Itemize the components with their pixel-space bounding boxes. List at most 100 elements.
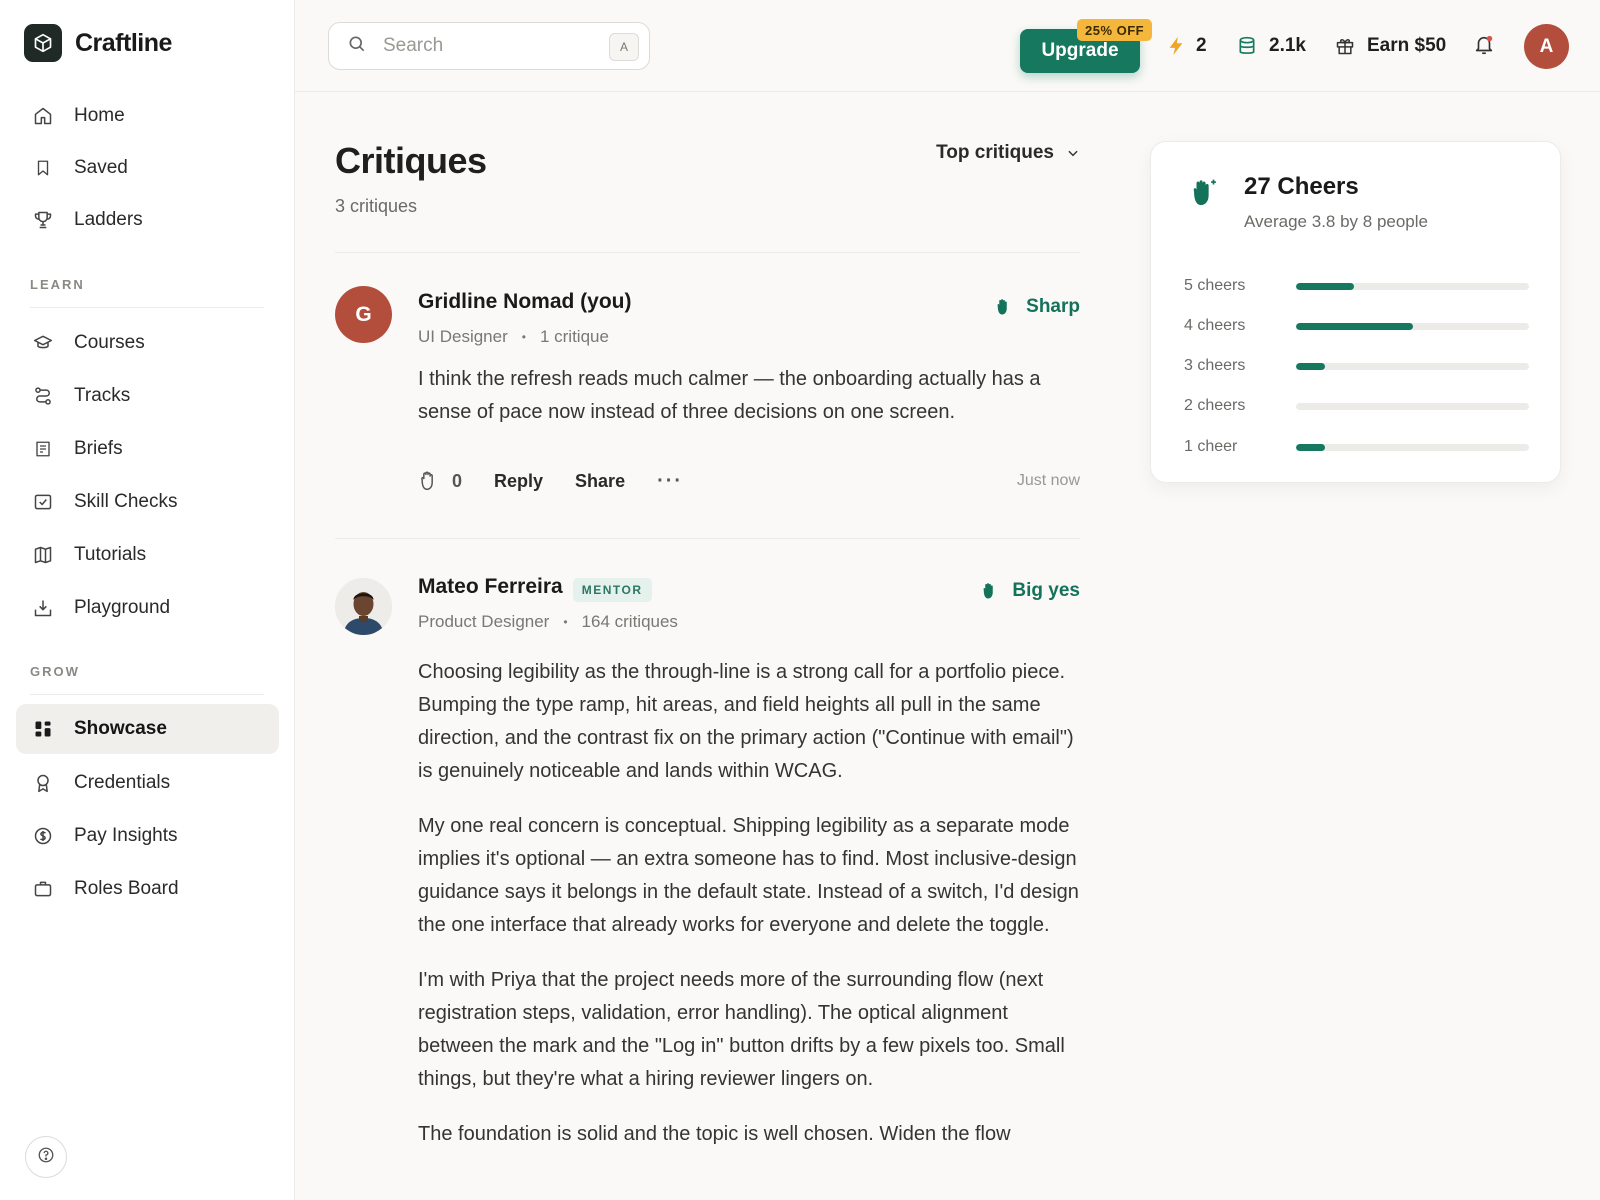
- critique-paragraph: I think the refresh reads much calmer — …: [418, 368, 1041, 423]
- brand-name: Craftline: [75, 28, 172, 57]
- help-button[interactable]: [25, 1136, 67, 1178]
- search-icon: [347, 34, 367, 59]
- author-meta: Product Designer • 164 critiques: [418, 612, 678, 632]
- author-avatar[interactable]: [335, 578, 392, 635]
- section-label-grow: GROW: [30, 664, 80, 679]
- notifications-button[interactable]: [1473, 34, 1495, 61]
- search-input[interactable]: [383, 35, 603, 57]
- cheers-summary-card: 27 Cheers Average 3.8 by 8 people 5 chee…: [1150, 141, 1561, 483]
- reaction-tag: Sharp: [994, 296, 1080, 318]
- sidebar-item-pay-insights[interactable]: Pay Insights: [16, 811, 279, 861]
- author-role: Product Designer: [418, 612, 550, 631]
- divider: [335, 252, 1080, 253]
- sidebar: Craftline Home Saved Ladders LEARN Cours…: [0, 0, 295, 1200]
- cheers-average: Average 3.8 by 8 people: [1244, 212, 1428, 231]
- checkbox-icon: [32, 491, 54, 513]
- bell-icon: [1475, 35, 1493, 55]
- reaction-label: Sharp: [1026, 296, 1080, 317]
- more-options-button[interactable]: ···: [657, 470, 683, 493]
- cheer-row-label: 4 cheers: [1184, 317, 1246, 334]
- earn-referral-button[interactable]: Earn $50: [1335, 30, 1446, 62]
- briefcase-icon: [32, 878, 54, 900]
- search-shortcut-key: A: [609, 33, 639, 61]
- cheer-bar-track: [1296, 282, 1529, 290]
- separator-dot: •: [563, 615, 568, 629]
- cheer-distribution-row: 4 cheers: [1184, 314, 1529, 338]
- cheer-distribution-row: 5 cheers: [1184, 274, 1529, 298]
- streak-counter[interactable]: 2: [1168, 30, 1207, 62]
- cheer-bar-track: [1296, 402, 1529, 410]
- clap-hand-icon: [983, 583, 994, 599]
- share-button[interactable]: Share: [575, 471, 625, 492]
- person-photo-icon: [335, 578, 392, 635]
- sidebar-item-label: Courses: [74, 332, 145, 353]
- critique-actions: 0 Reply Share ··· Just now: [418, 466, 1080, 496]
- critique-paragraph: I'm with Priya that the project needs mo…: [418, 969, 1065, 1090]
- cheer-bar-fill: [1296, 322, 1413, 330]
- cheer-distribution-row: 2 cheers: [1184, 394, 1529, 418]
- gift-icon: [1336, 39, 1354, 55]
- sidebar-item-tracks[interactable]: Tracks: [16, 371, 279, 421]
- question-icon: [37, 1146, 55, 1169]
- sidebar-item-ladders[interactable]: Ladders: [16, 195, 279, 245]
- author-role: UI Designer: [418, 327, 508, 346]
- section-divider: [30, 694, 264, 695]
- reply-button[interactable]: Reply: [494, 471, 543, 492]
- cheer-distribution-row: 3 cheers: [1184, 354, 1529, 378]
- search-box[interactable]: A: [328, 22, 650, 70]
- lightning-icon: [1169, 36, 1183, 56]
- sidebar-item-label: Playground: [74, 597, 171, 618]
- map-icon: [32, 544, 54, 566]
- divider: [335, 538, 1080, 539]
- sidebar-item-skill-checks[interactable]: Skill Checks: [16, 477, 279, 527]
- cheers-total: 27 Cheers: [1244, 173, 1359, 200]
- sidebar-item-playground[interactable]: Playground: [16, 583, 279, 633]
- cheer-bar-fill: [1296, 362, 1326, 370]
- cheer-bar-track: [1296, 322, 1529, 330]
- top-bar: A Upgrade 25% OFF 2 2.1k Earn $50 A: [295, 0, 1600, 92]
- sidebar-item-credentials[interactable]: Credentials: [16, 758, 279, 808]
- author-stats: 164 critiques: [581, 612, 678, 631]
- upload-tray-icon: [32, 597, 54, 619]
- page-title: Critiques: [335, 140, 487, 181]
- author-name[interactable]: Gridline Nomad (you): [418, 290, 632, 314]
- author-name[interactable]: Mateo Ferreira: [418, 575, 563, 599]
- sidebar-item-label: Home: [74, 105, 125, 126]
- sidebar-item-home[interactable]: Home: [16, 91, 279, 141]
- sidebar-item-label: Tracks: [74, 385, 131, 406]
- document-icon: [32, 438, 54, 460]
- app-root: Craftline Home Saved Ladders LEARN Cours…: [0, 0, 1600, 1200]
- coins-counter[interactable]: 2.1k: [1237, 30, 1306, 62]
- graduation-cap-icon: [32, 332, 54, 354]
- author-stats: 1 critique: [539, 327, 609, 346]
- cheer-row-label: 5 cheers: [1184, 277, 1246, 294]
- critique-body: I think the refresh reads much calmer — …: [418, 363, 1080, 451]
- sort-dropdown[interactable]: Top critiques: [936, 142, 1080, 164]
- sidebar-item-label: Showcase: [74, 718, 167, 739]
- brand[interactable]: Craftline: [24, 24, 172, 62]
- reaction-tag: Big yes: [980, 580, 1080, 602]
- cheer-distribution-row: 1 cheer: [1184, 435, 1529, 459]
- sidebar-item-showcase[interactable]: Showcase: [16, 704, 279, 754]
- chevron-down-icon: [1068, 150, 1078, 157]
- sidebar-item-briefs[interactable]: Briefs: [16, 424, 279, 474]
- coins-stack-icon: [1239, 36, 1255, 54]
- sidebar-item-label: Roles Board: [74, 878, 179, 899]
- reaction-label: Big yes: [1012, 580, 1080, 601]
- earn-label: Earn $50: [1367, 35, 1447, 56]
- sort-label: Top critiques: [936, 142, 1054, 163]
- sidebar-item-saved[interactable]: Saved: [16, 143, 279, 193]
- streak-value: 2: [1196, 35, 1207, 56]
- user-avatar[interactable]: A: [1524, 24, 1569, 69]
- cheer-bar-track: [1296, 443, 1529, 451]
- author-meta: UI Designer • 1 critique: [418, 327, 609, 347]
- critique-paragraph: The foundation is solid and the topic is…: [418, 1123, 1011, 1145]
- critique-paragraph: Choosing legibility as the through-line …: [418, 661, 1074, 782]
- sidebar-item-courses[interactable]: Courses: [16, 318, 279, 368]
- author-avatar[interactable]: G: [335, 286, 392, 343]
- sidebar-item-label: Skill Checks: [74, 491, 178, 512]
- sidebar-item-tutorials[interactable]: Tutorials: [16, 530, 279, 580]
- sidebar-item-roles-board[interactable]: Roles Board: [16, 864, 279, 914]
- cheer-row-label: 3 cheers: [1184, 357, 1246, 374]
- cheer-button[interactable]: 0: [418, 470, 462, 492]
